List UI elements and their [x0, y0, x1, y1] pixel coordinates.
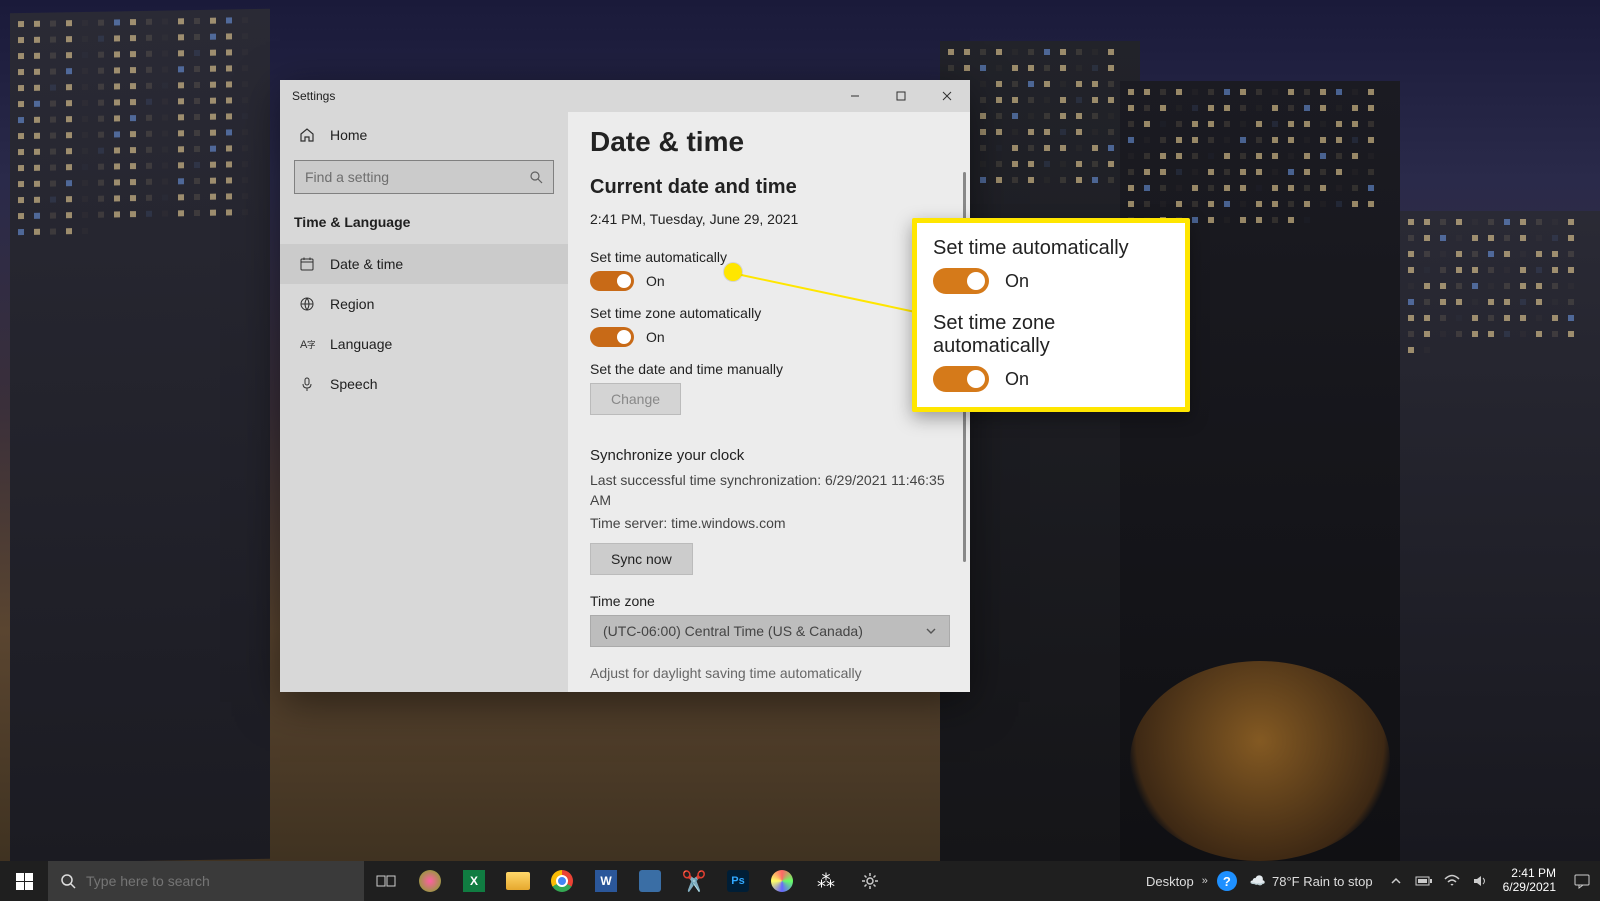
sidebar-item-date-time[interactable]: Date & time	[280, 244, 568, 284]
sidebar-item-label: Speech	[330, 376, 377, 392]
task-view-button[interactable]	[364, 861, 408, 901]
sidebar-item-region[interactable]: Region	[280, 284, 568, 324]
content-pane: Date & time Current date and time 2:41 P…	[568, 112, 970, 692]
taskbar-app-paint[interactable]	[408, 861, 452, 901]
current-dt-value: 2:41 PM, Tuesday, June 29, 2021	[590, 211, 948, 227]
taskbar-search-input[interactable]	[86, 873, 352, 889]
callout-auto-tz-label: Set time zone automatically	[933, 312, 1169, 358]
sidebar-section-title: Time & Language	[280, 206, 568, 244]
chevron-down-icon	[925, 625, 937, 637]
callout-panel: Set time automatically On Set time zone …	[912, 218, 1190, 412]
language-icon: A字	[298, 335, 316, 353]
taskbar-app-chrome[interactable]	[540, 861, 584, 901]
auto-tz-toggle[interactable]	[590, 327, 634, 347]
battery-icon[interactable]	[1415, 872, 1433, 890]
minimize-button[interactable]	[832, 80, 878, 112]
microphone-icon	[298, 375, 316, 393]
change-button[interactable]: Change	[590, 383, 681, 415]
current-dt-heading: Current date and time	[590, 176, 948, 199]
auto-tz-state: On	[646, 329, 665, 345]
clock-time: 2:41 PM	[1503, 867, 1556, 881]
callout-auto-time-label: Set time automatically	[933, 237, 1169, 260]
sidebar: Home Time & Language Date & time	[280, 112, 568, 692]
callout-auto-tz-state: On	[1005, 369, 1029, 390]
auto-time-toggle[interactable]	[590, 271, 634, 291]
taskbar: X W ✂️ Ps ⁂ Desktop » ? ☁️ 78°F Rain to …	[0, 861, 1600, 901]
date-time-icon	[298, 255, 316, 273]
window-controls	[832, 80, 970, 112]
background-building	[1400, 211, 1600, 861]
search-box[interactable]	[294, 160, 554, 194]
sync-heading: Synchronize your clock	[590, 447, 948, 464]
desktop-label[interactable]: Desktop	[1142, 874, 1198, 889]
system-tray	[1381, 872, 1495, 890]
taskbar-app-word[interactable]: W	[584, 861, 628, 901]
taskbar-app-explorer[interactable]	[496, 861, 540, 901]
taskbar-apps: X W ✂️ Ps ⁂	[364, 861, 892, 901]
volume-icon[interactable]	[1471, 872, 1489, 890]
weather-icon: ☁️	[1250, 873, 1266, 889]
taskbar-app-photoshop[interactable]: Ps	[716, 861, 760, 901]
taskbar-clock[interactable]: 2:41 PM 6/29/2021	[1495, 867, 1564, 895]
help-icon[interactable]: ?	[1212, 861, 1242, 901]
home-label: Home	[330, 127, 367, 143]
callout-marker	[724, 263, 742, 281]
window-title: Settings	[292, 89, 335, 103]
callout-auto-time-toggle	[933, 268, 989, 294]
timezone-select[interactable]: (UTC-06:00) Central Time (US & Canada)	[590, 615, 950, 647]
taskbar-app-excel[interactable]: X	[452, 861, 496, 901]
close-button[interactable]	[924, 80, 970, 112]
sidebar-item-language[interactable]: A字 Language	[280, 324, 568, 364]
settings-window: Settings Home	[280, 80, 970, 692]
background-building	[10, 9, 270, 864]
home-icon	[298, 126, 316, 144]
callout-auto-time-state: On	[1005, 271, 1029, 292]
weather-widget[interactable]: ☁️ 78°F Rain to stop	[1242, 873, 1381, 889]
background-tree	[1130, 661, 1390, 861]
action-center-button[interactable]	[1564, 861, 1600, 901]
dst-label: Adjust for daylight saving time automati…	[590, 665, 948, 681]
tray-chevron-up-icon[interactable]	[1387, 872, 1405, 890]
manual-label: Set the date and time manually	[590, 361, 948, 377]
sidebar-item-label: Date & time	[330, 256, 403, 272]
search-icon	[529, 170, 543, 184]
taskbar-app-paint3d[interactable]	[760, 861, 804, 901]
sync-now-button[interactable]: Sync now	[590, 543, 693, 575]
clock-date: 6/29/2021	[1503, 881, 1556, 895]
overflow-chevron-icon[interactable]: »	[1198, 875, 1212, 887]
maximize-button[interactable]	[878, 80, 924, 112]
sync-last: Last successful time synchronization: 6/…	[590, 470, 948, 511]
start-button[interactable]	[0, 861, 48, 901]
sync-server: Time server: time.windows.com	[590, 513, 948, 533]
search-icon	[60, 873, 76, 889]
wifi-icon[interactable]	[1443, 872, 1461, 890]
sidebar-item-speech[interactable]: Speech	[280, 364, 568, 404]
sidebar-item-label: Region	[330, 296, 374, 312]
sidebar-item-label: Language	[330, 336, 392, 352]
weather-text: 78°F Rain to stop	[1272, 874, 1373, 889]
taskbar-search[interactable]	[48, 861, 364, 901]
background-building	[940, 41, 1140, 861]
taskbar-app-generic[interactable]	[628, 861, 672, 901]
page-title: Date & time	[590, 126, 948, 158]
taskbar-app-snip[interactable]: ✂️	[672, 861, 716, 901]
titlebar[interactable]: Settings	[280, 80, 970, 112]
home-link[interactable]: Home	[280, 116, 568, 154]
callout-auto-tz-toggle	[933, 366, 989, 392]
taskbar-app-slack[interactable]: ⁂	[804, 861, 848, 901]
globe-icon	[298, 295, 316, 313]
svg-text:字: 字	[307, 339, 315, 350]
search-input[interactable]	[305, 169, 529, 185]
timezone-value: (UTC-06:00) Central Time (US & Canada)	[603, 623, 863, 639]
taskbar-app-settings[interactable]	[848, 861, 892, 901]
auto-time-state: On	[646, 273, 665, 289]
tz-heading: Time zone	[590, 593, 948, 609]
windows-logo-icon	[16, 873, 33, 890]
auto-time-label: Set time automatically	[590, 249, 948, 265]
